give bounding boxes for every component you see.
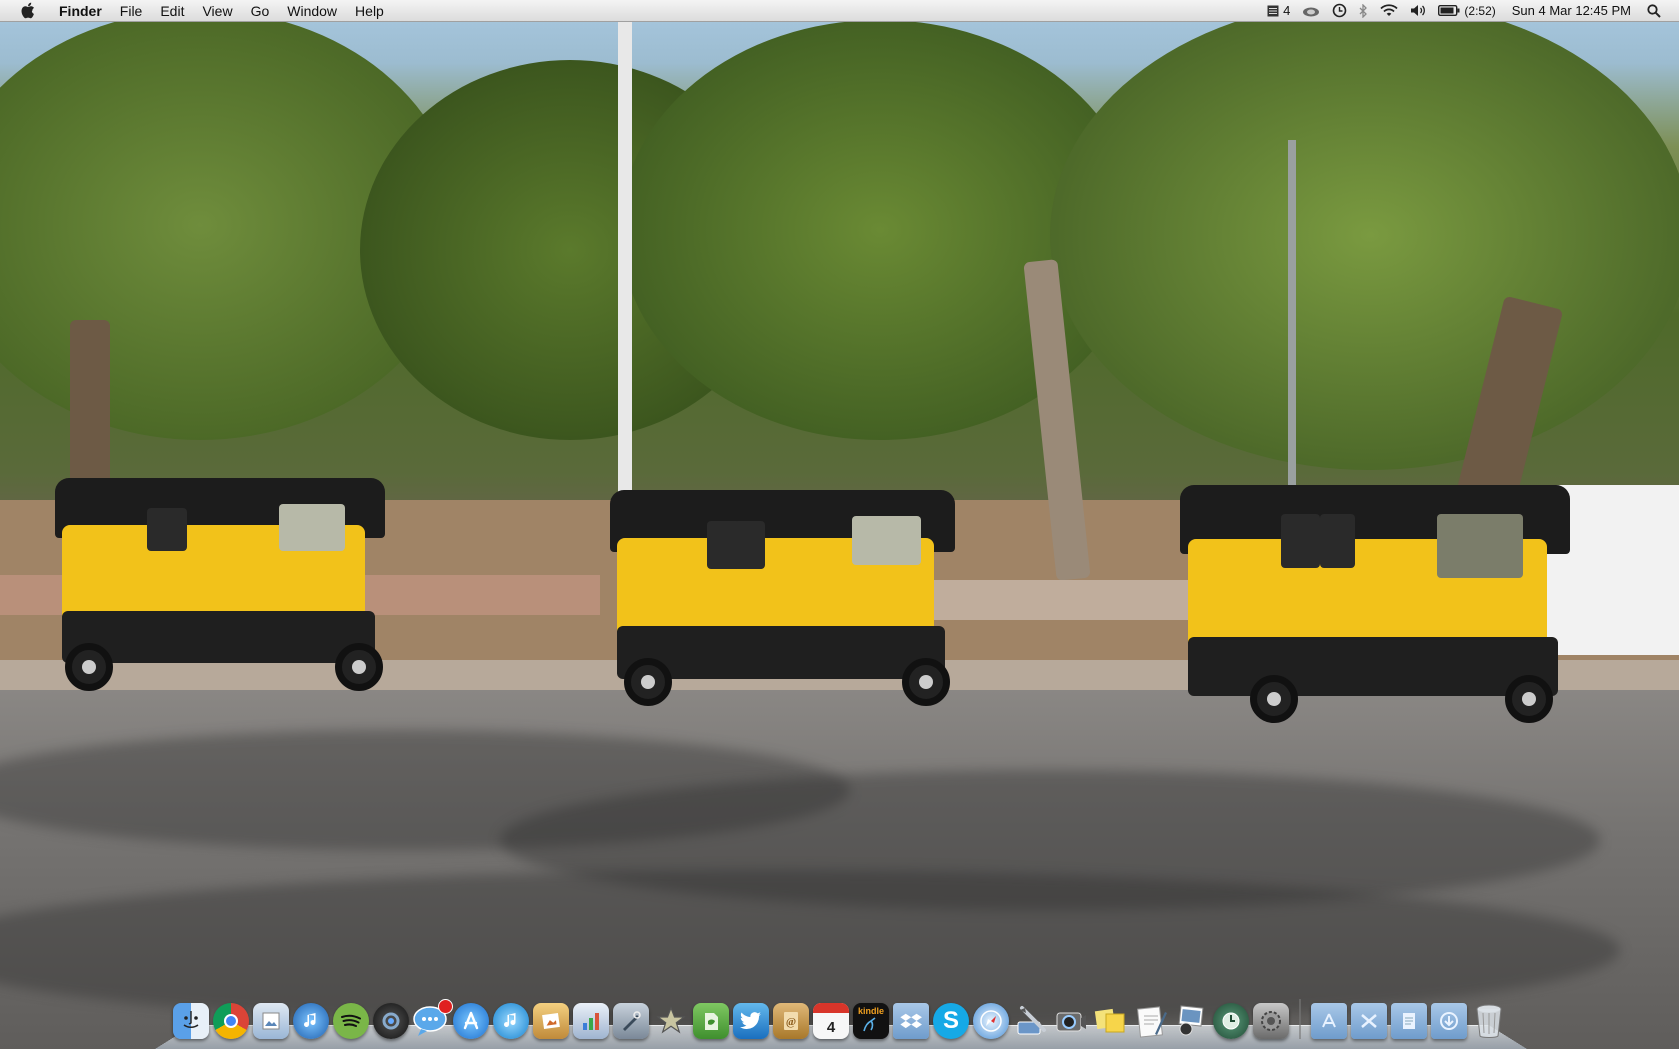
pen-icon[interactable] (613, 1003, 649, 1039)
volume-status[interactable] (1404, 0, 1432, 22)
bluetooth-status[interactable] (1353, 0, 1374, 22)
stickies-icon[interactable] (1093, 1003, 1129, 1039)
chart-icon[interactable] (573, 1003, 609, 1039)
ichat-icon[interactable] (413, 999, 453, 1039)
notification-badge (438, 999, 453, 1014)
star-icon[interactable] (653, 1003, 689, 1039)
list-icon (1267, 5, 1279, 17)
itunes-store-icon[interactable] (493, 1003, 529, 1039)
spotify-icon[interactable] (333, 1003, 369, 1039)
downloads-folder-icon[interactable] (1431, 1003, 1467, 1039)
kindle-label: kindle (857, 1006, 884, 1016)
documents-folder-icon[interactable] (1391, 1003, 1427, 1039)
camera-icon[interactable] (1053, 1003, 1089, 1039)
iphoto-icon[interactable] (1173, 1003, 1209, 1039)
lamp-pole (1288, 140, 1296, 490)
evernote-icon[interactable] (693, 1003, 729, 1039)
status-menus: 4 (2:52) Sun 4 Mar 12:45 PM (1261, 0, 1679, 22)
kindle-icon[interactable]: kindle (853, 1003, 889, 1039)
menu-go[interactable]: Go (242, 0, 279, 22)
cloud-status[interactable] (1296, 0, 1326, 22)
calendar-header (813, 1003, 849, 1013)
finder-icon[interactable] (173, 1003, 209, 1039)
app-store-icon[interactable] (453, 1003, 489, 1039)
desktop-wallpaper (0, 0, 1679, 1049)
preview-icon[interactable] (253, 1003, 289, 1039)
dropbox-icon[interactable] (893, 1003, 929, 1039)
utilities-folder-icon[interactable] (1351, 1003, 1387, 1039)
safari-icon[interactable] (973, 1003, 1009, 1039)
applications-folder-icon[interactable] (1311, 1003, 1347, 1039)
aperture-icon[interactable] (373, 1003, 409, 1039)
auto-rickshaw (610, 490, 955, 710)
notification-count: 4 (1283, 3, 1291, 18)
wifi-status[interactable] (1374, 0, 1404, 22)
cloud-icon (1302, 5, 1320, 17)
battery-status[interactable]: (2:52) (1432, 0, 1501, 22)
speaker-icon (1410, 4, 1426, 17)
spotlight-button[interactable] (1641, 0, 1667, 22)
bluetooth-icon (1359, 3, 1368, 18)
battery-time: (2:52) (1464, 3, 1496, 18)
menu-edit[interactable]: Edit (151, 0, 193, 22)
calendar-day: 4 (826, 1019, 836, 1036)
time-machine-icon[interactable] (1213, 1003, 1249, 1039)
tree-canopy (1050, 0, 1679, 470)
photo-app-icon[interactable] (533, 1003, 569, 1039)
dock-separator (1299, 999, 1301, 1039)
address-book-icon[interactable]: @ (773, 1003, 809, 1039)
time-machine-status[interactable] (1326, 0, 1353, 22)
menu-app-finder[interactable]: Finder (50, 0, 111, 22)
auto-rickshaw (1180, 485, 1570, 730)
auto-rickshaw (55, 478, 385, 693)
menu-help[interactable]: Help (346, 0, 393, 22)
menu-bar: Finder File Edit View Go Window Help 4 (… (0, 0, 1679, 22)
menu-view[interactable]: View (193, 0, 241, 22)
skype-icon[interactable]: S (933, 1003, 969, 1039)
notification-status[interactable]: 4 (1261, 0, 1296, 22)
svg-text:@: @ (786, 1016, 796, 1028)
park-bench (930, 580, 1190, 620)
search-icon (1647, 3, 1661, 18)
apple-menu-icon[interactable] (18, 2, 36, 20)
calendar-icon[interactable]: 4 (813, 1003, 849, 1039)
battery-icon (1438, 5, 1460, 16)
tree-trunk (70, 320, 110, 500)
settings-icon[interactable] (1253, 1003, 1289, 1039)
itunes-icon[interactable] (293, 1003, 329, 1039)
textedit-icon[interactable] (1133, 1003, 1169, 1039)
xcode-icon[interactable] (1013, 1003, 1049, 1039)
clock-icon (1332, 3, 1347, 18)
wifi-icon (1380, 4, 1399, 17)
clock[interactable]: Sun 4 Mar 12:45 PM (1502, 0, 1641, 22)
dock-icons: @ 4 kindle S (173, 999, 1507, 1039)
chrome-icon[interactable] (213, 1003, 249, 1039)
menu-window[interactable]: Window (278, 0, 346, 22)
trash-icon[interactable] (1471, 1003, 1507, 1039)
dock: @ 4 kindle S (155, 990, 1527, 1049)
twitter-icon[interactable] (733, 1003, 769, 1039)
menu-file[interactable]: File (111, 0, 152, 22)
